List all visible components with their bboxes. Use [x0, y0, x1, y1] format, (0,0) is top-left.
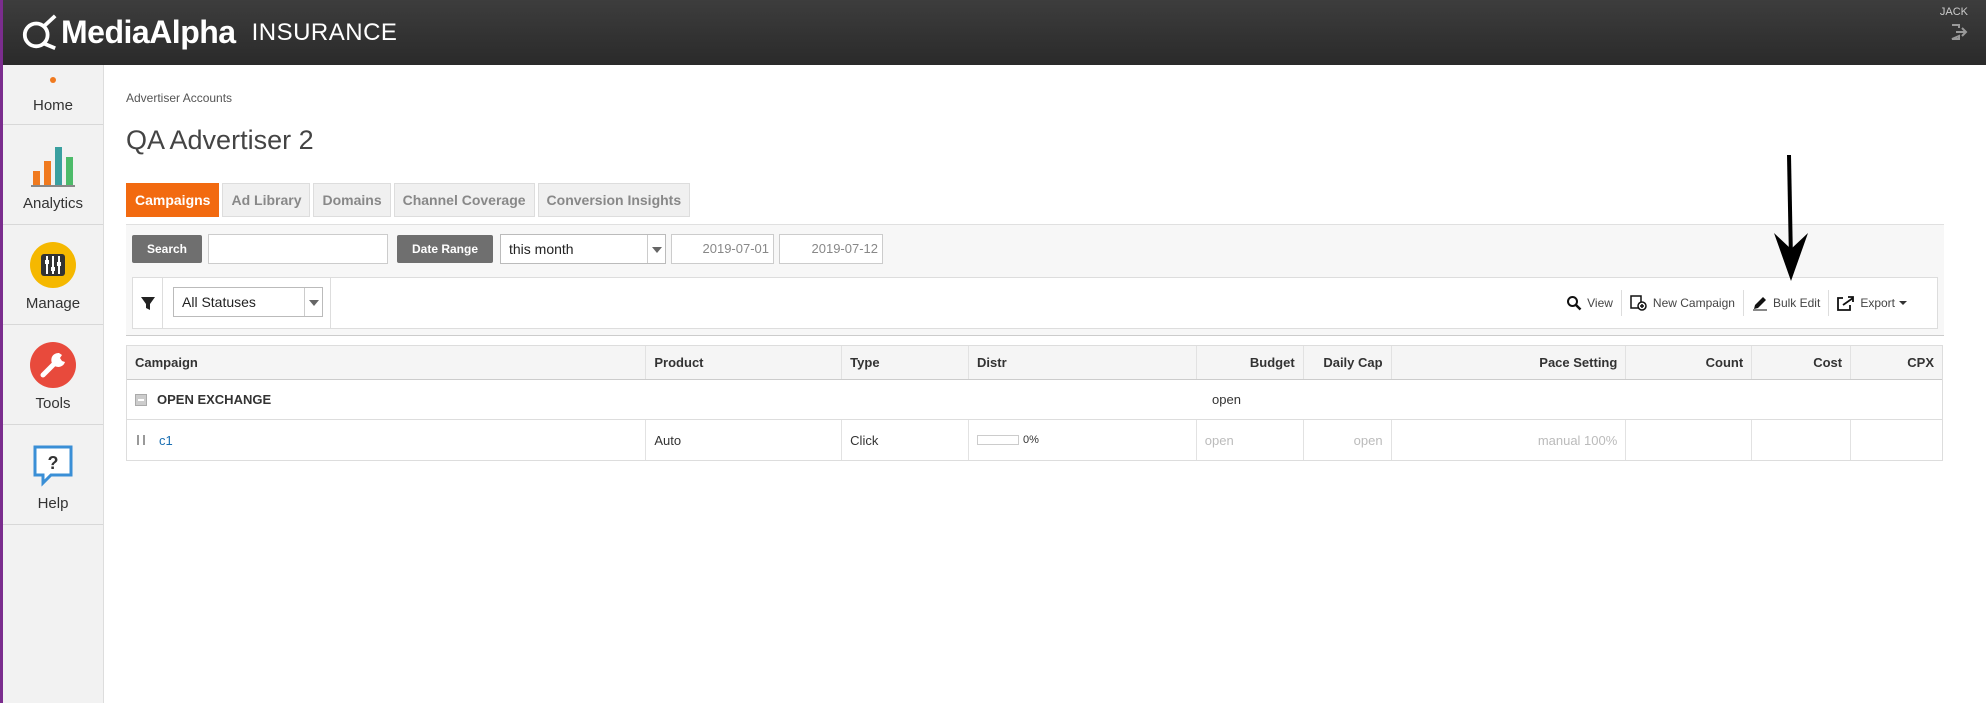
export-icon — [1837, 296, 1855, 311]
date-range-select[interactable]: this month — [500, 234, 666, 264]
cell-count — [1626, 420, 1753, 460]
search-input[interactable] — [208, 234, 388, 264]
end-date-input[interactable]: 2019-07-12 — [779, 234, 883, 264]
new-campaign-button[interactable]: New Campaign — [1620, 290, 1743, 316]
column-header-pace-setting[interactable]: Pace Setting — [1392, 346, 1627, 379]
sidebar-item-manage[interactable]: Manage — [3, 225, 103, 325]
caret-down-icon — [1899, 301, 1907, 305]
mediaalpha-logo-icon — [22, 13, 57, 50]
sidebar-item-label: Home — [32, 97, 73, 114]
toolbar-divider — [330, 278, 331, 328]
cell-budget[interactable]: open — [1197, 420, 1304, 460]
table-header-row: Campaign Product Type Distr Budget Daily… — [127, 346, 1942, 380]
tab-ad-library[interactable]: Ad Library — [222, 183, 311, 217]
page-title: QA Advertiser 2 — [126, 125, 314, 155]
group-budget: open — [1212, 392, 1241, 407]
export-label: Export — [1860, 296, 1895, 310]
search-button[interactable]: Search — [132, 235, 202, 263]
cell-cost — [1752, 420, 1852, 460]
user-area: JACK — [1940, 6, 1968, 40]
bar-chart-icon — [31, 147, 75, 187]
sidebar-item-label: Analytics — [22, 195, 84, 212]
group-row: OPEN EXCHANGE open — [127, 380, 1942, 420]
sidebar: Home Analytics Manage Tools ? Help — [3, 65, 104, 703]
top-header: MediaAlpha INSURANCE JACK — [3, 0, 1986, 65]
view-label: View — [1587, 296, 1613, 310]
column-header-type[interactable]: Type — [842, 346, 970, 379]
tab-channel-coverage[interactable]: Channel Coverage — [393, 183, 535, 217]
distribution-percent: 0% — [1023, 434, 1039, 446]
svg-text:?: ? — [48, 453, 59, 473]
column-header-cpx[interactable]: CPX — [1851, 346, 1942, 379]
collapse-icon[interactable] — [135, 393, 147, 406]
user-name[interactable]: JACK — [1940, 6, 1968, 18]
date-range-button[interactable]: Date Range — [397, 235, 493, 263]
cell-product: Auto — [646, 420, 843, 460]
bulk-edit-label: Bulk Edit — [1772, 296, 1821, 310]
help-bubble-icon: ? — [33, 445, 73, 487]
export-button[interactable]: Export — [1828, 290, 1921, 316]
logo[interactable]: MediaAlpha INSURANCE — [21, 13, 398, 52]
campaign-toolbar: All Statuses View New Campaign Bulk Edit… — [132, 277, 1938, 329]
sidebar-item-label: Manage — [25, 295, 81, 312]
cell-distr: 0% — [969, 420, 1197, 460]
wrench-icon — [30, 342, 76, 388]
brand-name: MediaAlpha — [61, 14, 236, 50]
campaign-link[interactable]: c1 — [159, 433, 173, 448]
home-dot-icon — [50, 77, 56, 83]
cell-campaign: c1 — [127, 420, 647, 460]
column-header-count[interactable]: Count — [1626, 346, 1753, 379]
column-header-campaign[interactable]: Campaign — [127, 346, 647, 379]
start-date-input[interactable]: 2019-07-01 — [671, 234, 774, 264]
sidebar-item-label: Help — [37, 495, 69, 512]
table-row: c1 Auto Click 0% open open manual 100% — [127, 420, 1942, 460]
group-name: OPEN EXCHANGE — [157, 392, 272, 407]
cell-cpx — [1851, 420, 1942, 460]
cell-pace-setting[interactable]: manual 100% — [1392, 420, 1627, 460]
cell-daily-cap[interactable]: open — [1304, 420, 1392, 460]
tab-campaigns[interactable]: Campaigns — [126, 183, 220, 217]
cell-type: Click — [842, 420, 970, 460]
pause-icon[interactable] — [137, 435, 145, 445]
toolbar-actions: View New Campaign Bulk Edit Export — [1558, 278, 1921, 328]
breadcrumb[interactable]: Advertiser Accounts — [126, 91, 232, 105]
chevron-down-icon — [647, 235, 665, 263]
chevron-down-icon — [304, 288, 322, 316]
sidebar-item-label: Tools — [35, 395, 71, 412]
annotation-arrow-icon — [1774, 154, 1808, 281]
group-cell: OPEN EXCHANGE — [127, 380, 1204, 419]
column-header-budget[interactable]: Budget — [1197, 346, 1304, 379]
sidebar-item-tools[interactable]: Tools — [3, 325, 103, 425]
sliders-icon — [30, 242, 76, 288]
status-value: All Statuses — [182, 294, 256, 310]
column-header-cost[interactable]: Cost — [1752, 346, 1852, 379]
sidebar-item-analytics[interactable]: Analytics — [3, 125, 103, 225]
tab-bar: Campaigns Ad Library Domains Channel Cov… — [126, 183, 693, 217]
filter-toggle[interactable] — [133, 278, 163, 328]
distribution-bar — [977, 435, 1020, 445]
tab-conversion-insights[interactable]: Conversion Insights — [537, 183, 691, 217]
tab-domains[interactable]: Domains — [313, 183, 391, 217]
status-select[interactable]: All Statuses — [173, 287, 323, 317]
campaigns-table: Campaign Product Type Distr Budget Daily… — [126, 345, 1943, 461]
filter-bar: Search Date Range this month 2019-07-01 … — [126, 224, 1944, 336]
bulk-edit-button[interactable]: Bulk Edit — [1742, 290, 1828, 316]
magnifier-icon — [1567, 296, 1582, 311]
column-header-daily-cap[interactable]: Daily Cap — [1304, 346, 1392, 379]
sidebar-item-home[interactable]: Home — [3, 65, 103, 125]
column-header-distr[interactable]: Distr — [969, 346, 1197, 379]
product-name: INSURANCE — [251, 18, 398, 46]
pencil-icon — [1752, 297, 1767, 311]
column-header-product[interactable]: Product — [646, 346, 843, 379]
new-campaign-label: New Campaign — [1652, 296, 1735, 310]
logout-icon[interactable] — [1950, 24, 1968, 40]
date-range-value: this month — [509, 241, 574, 257]
funnel-icon — [141, 297, 155, 310]
app-window: MediaAlpha INSURANCE JACK Home Analytics… — [0, 0, 1986, 703]
view-button[interactable]: View — [1558, 290, 1621, 316]
new-document-icon — [1630, 295, 1647, 311]
sidebar-item-help[interactable]: ? Help — [3, 425, 103, 525]
